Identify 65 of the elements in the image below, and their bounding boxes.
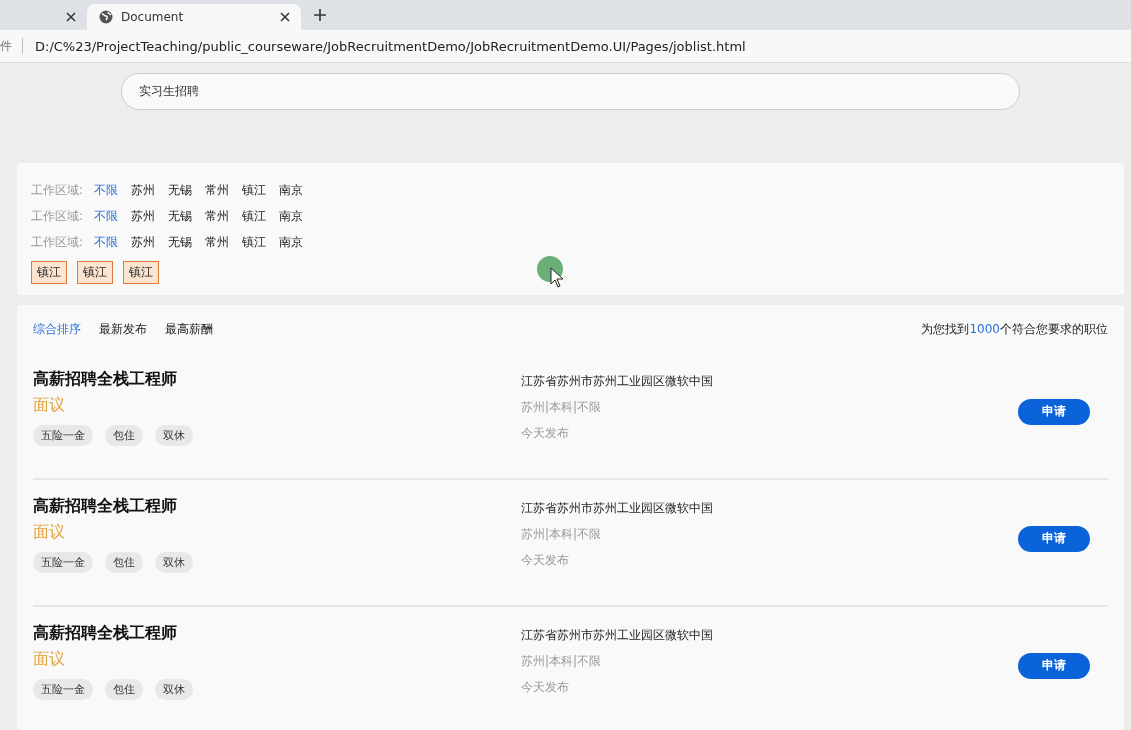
filter-option[interactable]: 镇江 — [242, 233, 267, 251]
apply-button[interactable]: 申请 — [1018, 525, 1090, 552]
filter-option[interactable]: 无锡 — [168, 233, 193, 251]
benefit-tag: 五险一金 — [33, 425, 93, 446]
filter-label: 工作区域: — [31, 233, 84, 251]
plus-icon — [313, 8, 327, 22]
benefit-tag: 双休 — [155, 552, 193, 573]
salary: 面议 — [33, 649, 66, 670]
benefit-tag: 包住 — [105, 679, 143, 700]
filter-option[interactable]: 无锡 — [168, 207, 193, 225]
filter-option[interactable]: 不限 — [94, 181, 119, 199]
apply-button[interactable]: 申请 — [1018, 652, 1090, 679]
job-title[interactable]: 高薪招聘全栈工程师 — [33, 369, 521, 395]
filter-option[interactable]: 苏州 — [131, 181, 156, 199]
benefit-tag: 包住 — [105, 552, 143, 573]
apply-button[interactable]: 申请 — [1018, 398, 1090, 425]
post-date: 今天发布 — [521, 679, 570, 696]
job-address: 江苏省苏州市苏州工业园区微软中国 — [521, 500, 714, 517]
selected-tag[interactable]: 镇江 — [77, 261, 113, 284]
filter-label: 工作区域: — [31, 207, 84, 225]
filter-option[interactable]: 无锡 — [168, 181, 193, 199]
filter-option[interactable]: 不限 — [94, 207, 119, 225]
benefit-tag: 包住 — [105, 425, 143, 446]
post-date: 今天发布 — [521, 425, 570, 442]
close-icon — [65, 11, 77, 23]
sort-tab[interactable]: 最高薪酬 — [165, 320, 213, 338]
benefit-tag: 双休 — [155, 679, 193, 700]
selected-tag[interactable]: 镇江 — [123, 261, 159, 284]
filter-option[interactable]: 不限 — [94, 233, 119, 251]
filter-option[interactable]: 苏州 — [131, 233, 156, 251]
result-count: 为您找到 1000个符合您要求的职位 — [921, 320, 1108, 338]
benefit-tag: 双休 — [155, 425, 193, 446]
new-tab-button[interactable] — [311, 6, 329, 24]
job-requirements: 苏州|本科|不限 — [521, 526, 603, 543]
selected-tag[interactable]: 镇江 — [31, 261, 67, 284]
filter-option[interactable]: 常州 — [205, 207, 230, 225]
benefit-tag: 五险一金 — [33, 552, 93, 573]
filter-option[interactable]: 镇江 — [242, 181, 267, 199]
job-requirements: 苏州|本科|不限 — [521, 399, 603, 416]
filter-option[interactable]: 南京 — [279, 207, 304, 225]
filter-option[interactable]: 镇江 — [242, 207, 267, 225]
job-requirements: 苏州|本科|不限 — [521, 653, 603, 670]
file-label: 件 — [0, 37, 12, 55]
close-icon — [279, 11, 291, 23]
sort-tab[interactable]: 最新发布 — [99, 320, 147, 338]
filter-option[interactable]: 南京 — [279, 233, 304, 251]
address-url[interactable]: D:/C%23/ProjectTeaching/public_courseware/JobRecruitmentDemo/JobRecruitmentDemo.UI/Pages/joblist.html — [35, 38, 746, 54]
salary: 面议 — [33, 522, 66, 543]
globe-icon — [99, 10, 113, 24]
filter-option[interactable]: 常州 — [205, 181, 230, 199]
job-address: 江苏省苏州市苏州工业园区微软中国 — [521, 627, 714, 644]
filter-option[interactable]: 苏州 — [131, 207, 156, 225]
tab-title: Document — [121, 10, 184, 24]
filter-option[interactable]: 南京 — [279, 181, 304, 199]
job-title[interactable]: 高薪招聘全栈工程师 — [33, 623, 521, 649]
job-address: 江苏省苏州市苏州工业园区微软中国 — [521, 373, 714, 390]
benefit-tag: 五险一金 — [33, 679, 93, 700]
browser-tab[interactable]: Document — [87, 4, 301, 30]
filter-option[interactable]: 常州 — [205, 233, 230, 251]
filter-label: 工作区域: — [31, 181, 84, 199]
post-date: 今天发布 — [521, 552, 570, 569]
salary: 面议 — [33, 395, 66, 416]
sort-tab[interactable]: 综合排序 — [33, 320, 81, 338]
search-field[interactable]: 实习生招聘 — [121, 73, 1020, 110]
job-title[interactable]: 高薪招聘全栈工程师 — [33, 496, 521, 522]
